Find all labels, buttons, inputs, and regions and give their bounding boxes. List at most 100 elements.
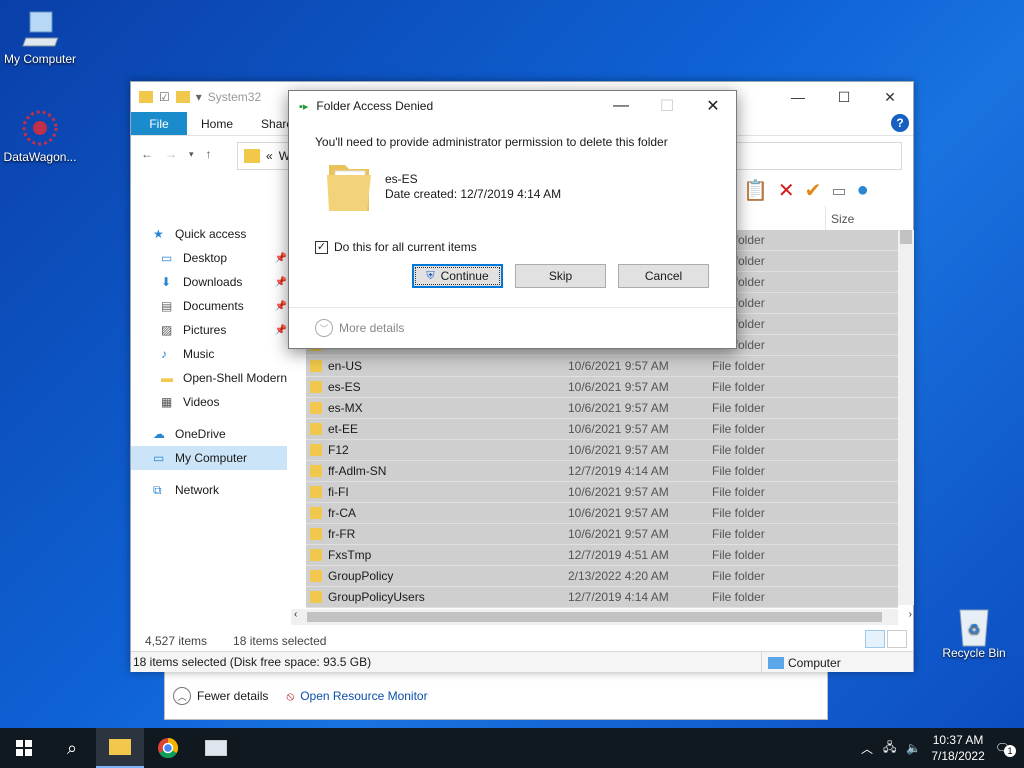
taskbar-chrome[interactable] (144, 728, 192, 768)
folder-icon (310, 507, 322, 519)
back-icon[interactable]: ← (141, 147, 153, 161)
clock-date: 7/18/2022 (931, 749, 985, 763)
properties-icon[interactable]: ☑ (159, 90, 170, 104)
maximize-button[interactable]: ☐ (821, 82, 867, 112)
sidebar-item-open-shell-modern[interactable]: ▬ Open-Shell Modern (131, 366, 291, 390)
status-bar: 4,527 items 18 items selected (131, 630, 913, 652)
sidebar-item-label: Videos (183, 395, 220, 409)
column-divider[interactable] (825, 206, 826, 230)
file-name: GroupPolicy (328, 569, 394, 583)
table-row[interactable]: FxsTmp 12/7/2019 4:51 AM File folder (306, 545, 898, 566)
pin-icon: 📌 (274, 252, 287, 264)
sidebar-item-onedrive[interactable]: ☁ OneDrive (131, 422, 291, 446)
scroll-right-icon[interactable]: › (909, 609, 912, 620)
disk-status: 18 items selected (Disk free space: 93.5… (133, 655, 372, 669)
taskbar-task-manager[interactable] (192, 728, 240, 768)
table-row[interactable]: fr-FR 10/6/2021 9:57 AM File folder (306, 524, 898, 545)
documents-icon: ▤ (161, 299, 173, 313)
tab-file[interactable]: File (131, 112, 187, 135)
desktop-icon-my-computer[interactable]: My Computer (0, 10, 80, 66)
table-row[interactable]: ff-Adlm-SN 12/7/2019 4:14 AM File folder (306, 461, 898, 482)
table-row[interactable]: GroupPolicyUsers 12/7/2019 4:14 AM File fo… (306, 587, 898, 608)
file-date: 10/6/2021 9:57 AM (568, 359, 669, 373)
sidebar-item-desktop[interactable]: ▭ Desktop 📌 (131, 246, 291, 270)
dialog-message: You'll need to provide administrator per… (315, 135, 668, 149)
scroll-left-icon[interactable]: ‹ (294, 609, 297, 620)
details-view-icon[interactable] (865, 630, 885, 648)
start-button[interactable] (0, 728, 48, 768)
folder-access-denied-dialog: ▪▸ Folder Access Denied — ☐ ✕ You'll nee… (288, 90, 737, 349)
close-button[interactable]: ✕ (690, 91, 736, 121)
sidebar-item-quick-access[interactable]: ★ Quick access (131, 222, 291, 246)
network-icon[interactable]: 🖧 (883, 738, 896, 759)
table-row[interactable]: es-ES 10/6/2021 9:57 AM File folder (306, 377, 898, 398)
table-row[interactable]: F12 10/6/2021 9:57 AM File folder (306, 440, 898, 461)
download-icon: ⬇ (161, 275, 172, 289)
sidebar-item-label: Network (175, 483, 220, 497)
sidebar-item-network[interactable]: ⧉ Network (131, 478, 291, 502)
globe-icon[interactable]: ● (857, 179, 869, 202)
address-overflow[interactable]: « (266, 149, 273, 163)
ribbon-tools: 📋 ✕ ✔ ▭ ● (743, 178, 869, 203)
location-indicator: Computer (761, 652, 841, 673)
checkbox-checked-icon[interactable]: ✓ (315, 240, 328, 254)
vertical-scrollbar[interactable] (898, 230, 914, 605)
file-date: 12/7/2019 4:14 AM (568, 464, 669, 478)
folder-date: Date created: 12/7/2019 4:14 AM (385, 187, 562, 201)
skip-button[interactable]: Skip (515, 264, 606, 288)
delete-icon[interactable]: ✕ (778, 178, 795, 203)
computer-icon (768, 656, 784, 669)
close-button[interactable]: ✕ (867, 82, 913, 112)
star-icon: ★ (153, 227, 164, 241)
rename-icon[interactable]: ▭ (831, 181, 846, 201)
horizontal-scrollbar[interactable]: ‹ › (291, 609, 912, 625)
desktop-icon-label: Recycle Bin (942, 646, 1006, 660)
sidebar-item-music[interactable]: ♪ Music (131, 342, 291, 366)
table-row[interactable]: fi-FI 10/6/2021 9:57 AM File folder (306, 482, 898, 503)
fewer-details-link[interactable]: Fewer details (197, 689, 268, 703)
chevron-down-icon[interactable]: ▾ (196, 90, 202, 104)
sidebar-item-downloads[interactable]: ⬇ Downloads 📌 (131, 270, 291, 294)
table-row[interactable]: en-US 10/6/2021 9:57 AM File folder (306, 356, 898, 377)
new-folder-icon[interactable] (175, 91, 190, 103)
sidebar-item-pictures[interactable]: ▨ Pictures 📌 (131, 318, 291, 342)
open-resource-monitor-link[interactable]: Open Resource Monitor (300, 689, 427, 703)
scroll-thumb[interactable] (900, 230, 912, 244)
sidebar-item-documents[interactable]: ▤ Documents 📌 (131, 294, 291, 318)
sidebar-item-my-computer[interactable]: ▭ My Computer (131, 446, 287, 470)
scroll-thumb[interactable] (307, 612, 882, 622)
taskbar-file-explorer[interactable] (96, 728, 144, 768)
minimize-button[interactable]: — (775, 82, 821, 112)
search-icon[interactable]: ⌕ (48, 728, 96, 768)
help-icon[interactable]: ? (891, 114, 909, 132)
chevron-down-icon[interactable]: ﹀ (315, 319, 333, 337)
clock[interactable]: 10:37 AM 7/18/2022 (931, 732, 984, 764)
chevron-up-icon[interactable]: ︿ (173, 687, 191, 705)
file-name: ff-Adlm-SN (328, 464, 387, 478)
checkmark-icon[interactable]: ✔ (805, 178, 822, 203)
minimize-button[interactable]: — (598, 91, 644, 121)
more-details-toggle[interactable]: ﹀ More details (315, 319, 404, 337)
table-row[interactable]: et-EE 10/6/2021 9:57 AM File folder (306, 419, 898, 440)
column-header-size[interactable]: Size (831, 212, 854, 226)
table-row[interactable]: fr-CA 10/6/2021 9:57 AM File folder (306, 503, 898, 524)
forward-icon[interactable]: → (165, 147, 177, 161)
desktop-icon-datawagon[interactable]: DataWagon... (0, 108, 80, 164)
computer-icon (20, 10, 60, 50)
table-row[interactable]: es-MX 10/6/2021 9:57 AM File folder (306, 398, 898, 419)
recent-locations-icon[interactable]: ▾ (189, 149, 194, 160)
clipboard-icon[interactable]: 📋 (743, 178, 768, 203)
continue-button[interactable]: ⛨ Continue (412, 264, 503, 288)
table-row[interactable]: GroupPolicy 2/13/2022 4:20 AM File folder (306, 566, 898, 587)
up-icon[interactable]: ↑ (206, 147, 212, 161)
tab-home[interactable]: Home (187, 112, 247, 135)
desktop-icon-recycle-bin[interactable]: ♻ Recycle Bin (934, 604, 1014, 660)
notification-icon[interactable]: 🗨 1 (995, 741, 1016, 757)
chevron-up-icon[interactable]: ︿ (861, 740, 873, 757)
cancel-button[interactable]: Cancel (618, 264, 709, 288)
large-icons-view-icon[interactable] (887, 630, 907, 648)
volume-icon[interactable]: 🔈 (906, 741, 921, 755)
sidebar-item-videos[interactable]: ▦ Videos (131, 390, 291, 414)
all-items-checkbox[interactable]: ✓ Do this for all current items (315, 240, 477, 254)
datawagon-icon (20, 108, 60, 148)
